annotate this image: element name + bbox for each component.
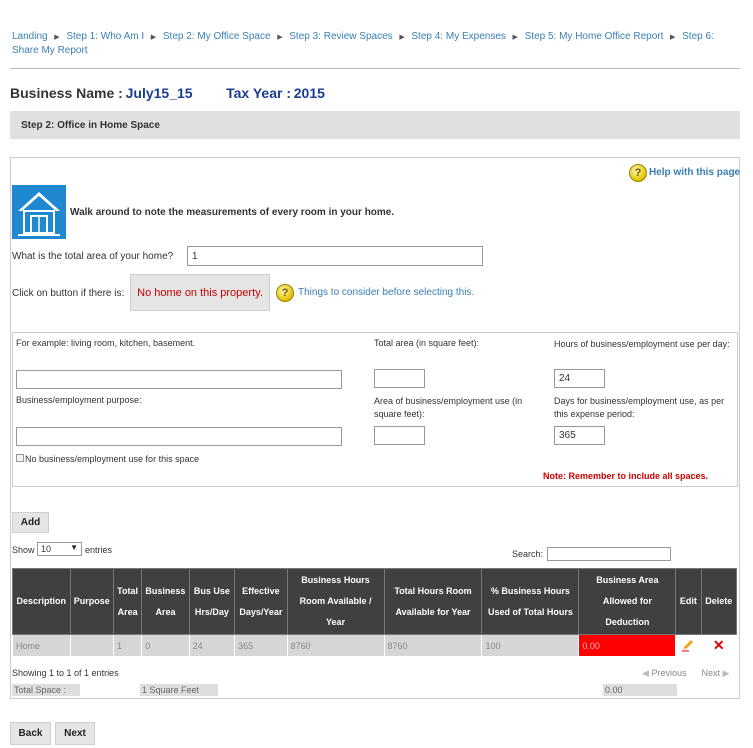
pagination: ◀ Previous Next ▶ [642, 668, 729, 679]
business-area-input[interactable] [374, 426, 425, 445]
col-purpose[interactable]: Purpose [69, 568, 114, 635]
total-space-label: Total Space : [12, 684, 80, 696]
help-icon[interactable]: ? [276, 284, 294, 302]
business-header: Business Name : July15_15 Tax Year : 201… [10, 85, 325, 101]
note-prefix: Note: [543, 471, 566, 481]
total-area-input[interactable] [187, 246, 483, 266]
space-total-area-input[interactable] [374, 369, 425, 388]
col-business-hours-available[interactable]: Business Hours Room Available / Year [286, 568, 385, 635]
cell-effective-days: 365 [234, 634, 288, 657]
cell-description: Home [12, 634, 71, 657]
intro-text: Walk around to note the measurements of … [70, 207, 395, 218]
table-row: Home 1 0 24 365 8760 8760 100 0.00 ✕ [12, 634, 738, 657]
breadcrumb-arrow-icon: ▶ [50, 34, 64, 41]
page-size-select[interactable]: 10 ▼ [37, 542, 82, 556]
next-page-button[interactable]: Next [701, 668, 720, 678]
breadcrumb-landing[interactable]: Landing [12, 31, 48, 42]
delete-icon[interactable]: ✕ [713, 637, 725, 653]
search-input[interactable] [547, 547, 671, 561]
col-delete: Delete [700, 568, 738, 635]
col-pct-business-hours[interactable]: % Business Hours Used of Total Hours [481, 568, 580, 635]
tax-year-value: 2015 [293, 85, 325, 101]
breadcrumb: Landing ▶ Step 1: Who Am I ▶ Step 2: My … [12, 31, 742, 42]
help-link[interactable]: Help with this page [649, 167, 740, 178]
col-total-hours-available[interactable]: Total Hours Room Available for Year [383, 568, 483, 635]
business-area-label: Area of business/employment use (in squa… [374, 396, 523, 419]
purpose-label: Business/employment purpose: [16, 395, 142, 405]
total-area-label: What is the total area of your home? [12, 251, 174, 262]
col-edit: Edit [675, 568, 702, 635]
total-area-space-label: Total area (in square feet): [374, 338, 480, 348]
purpose-input[interactable] [16, 427, 342, 446]
breadcrumb-step3[interactable]: Step 3: Review Spaces [289, 31, 392, 42]
note-text: Note: Remember to include all spaces. [543, 471, 708, 481]
help-icon[interactable]: ? [629, 164, 647, 182]
breadcrumb-arrow-icon: ▶ [508, 34, 522, 41]
description-input[interactable] [16, 370, 342, 389]
days-per-year-label: Days for business/employment use, as per… [554, 396, 725, 419]
next-arrow-icon[interactable]: ▶ [723, 668, 730, 678]
add-button[interactable]: Add [12, 512, 49, 533]
cell-area-allowed: 0.00 [578, 634, 677, 657]
divider [10, 68, 740, 69]
no-home-button[interactable]: No home on this property. [130, 274, 270, 311]
showing-entries-text: Showing 1 to 1 of 1 entries [12, 668, 119, 678]
cell-pct-business-hours: 100 [481, 634, 580, 657]
business-name-label: Business Name : [10, 85, 123, 101]
days-per-year-input[interactable] [554, 426, 605, 445]
description-label: For example: living room, kitchen, basem… [16, 338, 196, 348]
back-button[interactable]: Back [10, 722, 51, 745]
cell-total-area: 1 [112, 634, 143, 657]
entries-label: entries [85, 545, 113, 555]
chevron-down-icon: ▼ [70, 543, 78, 552]
cell-business-hours-available: 8760 [286, 634, 385, 657]
col-bus-use-hrs[interactable]: Bus Use Hrs/Day [188, 568, 236, 635]
things-to-consider-link[interactable]: Things to consider before selecting this… [298, 287, 474, 298]
next-button[interactable]: Next [55, 722, 95, 745]
breadcrumb-step1[interactable]: Step 1: Who Am I [66, 31, 144, 42]
hours-per-day-input[interactable] [554, 369, 605, 388]
search-label: Search: [512, 549, 544, 559]
show-label: Show [12, 545, 35, 555]
previous-button[interactable]: Previous [651, 668, 686, 678]
note-body: Remember to include all spaces. [566, 471, 709, 481]
breadcrumb-step6-continued[interactable]: Share My Report [12, 45, 88, 56]
breadcrumb-arrow-icon: ▶ [273, 34, 287, 41]
no-use-label: No business/employment use for this spac… [25, 454, 200, 464]
col-business-area[interactable]: Business Area [141, 568, 190, 635]
cell-edit [675, 634, 702, 657]
step-title-bar: Step 2: Office in Home Space [10, 111, 740, 139]
col-description[interactable]: Description [12, 568, 71, 635]
breadcrumb-arrow-icon: ▶ [146, 34, 161, 41]
cell-bus-use-hrs: 24 [188, 634, 236, 657]
total-deduction-value: 0.00 [603, 684, 677, 696]
breadcrumb-step5[interactable]: Step 5: My Home Office Report [525, 31, 664, 42]
spaces-table: Description Purpose Total Area Business … [12, 568, 738, 657]
business-name-value: July15_15 [125, 85, 193, 101]
cell-purpose [69, 634, 114, 657]
page-size-value: 10 [41, 544, 52, 554]
table-header-row: Description Purpose Total Area Business … [12, 568, 738, 635]
hours-per-day-label: Hours of business/employment use per day… [554, 339, 730, 349]
cell-delete: ✕ [700, 634, 738, 657]
col-effective-days[interactable]: Effective Days/Year [234, 568, 288, 635]
house-icon [12, 185, 66, 239]
cell-total-hours-available: 8760 [383, 634, 483, 657]
breadcrumb-step6[interactable]: Step 6: [682, 31, 714, 42]
no-use-checkbox[interactable] [16, 454, 24, 462]
total-space-value: 1 Square Feet [140, 684, 218, 696]
breadcrumb-arrow-icon: ▶ [666, 34, 680, 41]
col-area-allowed[interactable]: Business Area Allowed for Deduction [578, 568, 677, 635]
col-total-area[interactable]: Total Area [112, 568, 143, 635]
breadcrumb-step4[interactable]: Step 4: My Expenses [411, 31, 506, 42]
tax-year-label: Tax Year : [226, 85, 291, 101]
pencil-icon[interactable] [681, 638, 695, 652]
no-home-label: Click on button if there is: [12, 288, 125, 299]
breadcrumb-step2[interactable]: Step 2: My Office Space [163, 31, 271, 42]
cell-business-area: 0 [141, 634, 190, 657]
breadcrumb-arrow-icon: ▶ [395, 34, 409, 41]
prev-arrow-icon[interactable]: ◀ [642, 668, 649, 678]
